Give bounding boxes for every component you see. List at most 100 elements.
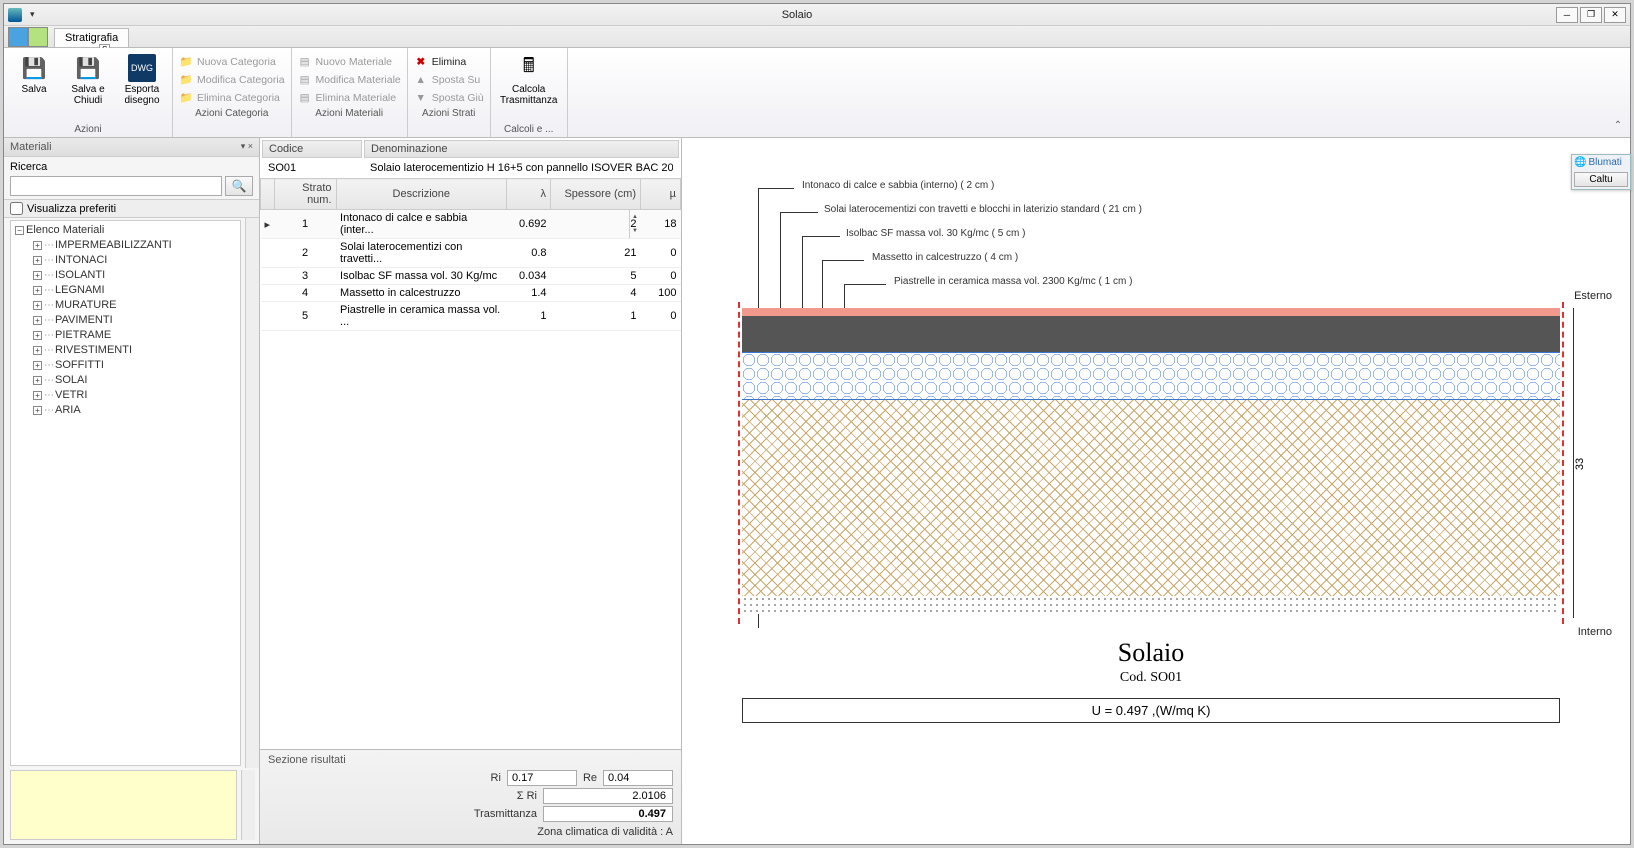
tree-node[interactable]: +⋯VETRI: [33, 388, 240, 403]
cell-lambda[interactable]: 0.692: [507, 210, 551, 239]
cell-lambda[interactable]: 1.4: [507, 285, 551, 302]
expand-icon[interactable]: +: [33, 286, 42, 295]
file-menu-button[interactable]: [8, 27, 48, 47]
favorites-checkbox[interactable]: [10, 202, 23, 215]
cell-num[interactable]: 2: [274, 239, 336, 268]
table-row[interactable]: 3Isolbac SF massa vol. 30 Kg/mc0.03450: [261, 268, 681, 285]
cell-num[interactable]: 3: [274, 268, 336, 285]
expand-icon[interactable]: +: [33, 391, 42, 400]
cell-mu[interactable]: 0: [641, 239, 681, 268]
cell-spessore[interactable]: 21: [551, 239, 641, 268]
move-up-button[interactable]: ▲Sposta Su: [414, 72, 484, 88]
tree-node[interactable]: +⋯PIETRAME: [33, 328, 240, 343]
ribbon-collapse-button[interactable]: ⌃: [1610, 117, 1626, 133]
panel-menu-button[interactable]: ▾ ×: [241, 141, 253, 153]
expand-icon[interactable]: +: [33, 301, 42, 310]
tree-node[interactable]: +⋯INTONACI: [33, 253, 240, 268]
move-down-button[interactable]: ▼Sposta Giù: [414, 90, 484, 106]
cell-desc[interactable]: Massetto in calcestruzzo: [336, 285, 506, 302]
col-mu[interactable]: µ: [641, 179, 681, 210]
expand-icon[interactable]: +: [33, 406, 42, 415]
table-row[interactable]: ▸1Intonaco di calce e sabbia (inter...0.…: [261, 210, 681, 239]
calc-transmittance-button[interactable]: 🖩 Calcola Trasmittanza: [497, 52, 561, 122]
floating-widget[interactable]: 🌐Blumati Caltu: [1571, 154, 1631, 190]
cell-spessore[interactable]: 2▲▼: [551, 210, 641, 239]
notes-area[interactable]: [10, 770, 237, 840]
denom-input[interactable]: [364, 160, 679, 176]
delete-layer-button[interactable]: ✖Elimina: [414, 54, 484, 70]
expand-icon[interactable]: +: [33, 331, 42, 340]
cell-lambda[interactable]: 1: [507, 302, 551, 331]
search-input[interactable]: [10, 176, 222, 196]
re-input[interactable]: [603, 770, 673, 786]
cell-spessore[interactable]: 4: [551, 285, 641, 302]
cell-num[interactable]: 1: [274, 210, 336, 239]
cell-mu[interactable]: 100: [641, 285, 681, 302]
cell-lambda[interactable]: 0.8: [507, 239, 551, 268]
tree-node[interactable]: +⋯LEGNAMI: [33, 283, 240, 298]
expand-icon[interactable]: +: [33, 271, 42, 280]
materials-tree[interactable]: − Elenco Materiali +⋯IMPERMEABILIZZANTI+…: [10, 220, 241, 766]
save-close-button[interactable]: 💾 Salva e Chiudi: [64, 52, 112, 122]
expand-icon[interactable]: +: [33, 376, 42, 385]
export-label: Esporta disegno: [124, 84, 159, 106]
float-button[interactable]: Caltu: [1574, 172, 1628, 187]
tree-node[interactable]: +⋯IMPERMEABILIZZANTI: [33, 238, 240, 253]
cell-spessore[interactable]: 1: [551, 302, 641, 331]
table-row[interactable]: 5Piastrelle in ceramica massa vol. ...11…: [261, 302, 681, 331]
col-lambda[interactable]: λ: [507, 179, 551, 210]
table-row[interactable]: 4Massetto in calcestruzzo1.44100: [261, 285, 681, 302]
ribbon-tab-label: Stratigrafia: [65, 32, 118, 44]
delete-material-button[interactable]: ▤Elimina Materiale: [298, 90, 401, 106]
spin-down[interactable]: ▼: [629, 224, 641, 238]
spin-up[interactable]: ▲: [629, 210, 641, 224]
quick-access-dropdown[interactable]: ▾: [30, 9, 38, 20]
expand-icon[interactable]: +: [33, 316, 42, 325]
table-row[interactable]: 2Solai laterocementizi con travetti...0.…: [261, 239, 681, 268]
ri-input[interactable]: [507, 770, 577, 786]
collapse-icon[interactable]: −: [15, 226, 24, 235]
cell-spessore[interactable]: 5: [551, 268, 641, 285]
edit-material-button[interactable]: ▤Modifica Materiale: [298, 72, 401, 88]
tree-root-node[interactable]: − Elenco Materiali: [15, 223, 240, 238]
col-spessore[interactable]: Spessore (cm): [551, 179, 641, 210]
tree-node[interactable]: +⋯MURATURE: [33, 298, 240, 313]
codice-input[interactable]: [262, 160, 362, 176]
tree-node[interactable]: +⋯SOFFITTI: [33, 358, 240, 373]
ribbon-tab-stratigrafia[interactable]: Stratigrafia S: [54, 28, 129, 47]
expand-icon[interactable]: +: [33, 346, 42, 355]
tree-node[interactable]: +⋯RIVESTIMENTI: [33, 343, 240, 358]
col-num[interactable]: Strato num.: [274, 179, 336, 210]
save-button[interactable]: 💾 Salva: [10, 52, 58, 122]
new-category-button[interactable]: 📁Nuova Categoria: [179, 54, 285, 70]
layers-grid[interactable]: Strato num. Descrizione λ Spessore (cm) …: [260, 178, 681, 331]
tree-node[interactable]: +⋯PAVIMENTI: [33, 313, 240, 328]
cell-desc[interactable]: Isolbac SF massa vol. 30 Kg/mc: [336, 268, 506, 285]
restore-button[interactable]: ❐: [1580, 7, 1602, 23]
cell-mu[interactable]: 0: [641, 302, 681, 331]
close-button[interactable]: ✕: [1604, 7, 1626, 23]
cell-mu[interactable]: 0: [641, 268, 681, 285]
cell-desc[interactable]: Solai laterocementizi con travetti...: [336, 239, 506, 268]
notes-scrollbar[interactable]: [241, 770, 255, 840]
tree-node[interactable]: +⋯ISOLANTI: [33, 268, 240, 283]
tree-node[interactable]: +⋯SOLAI: [33, 373, 240, 388]
cell-num[interactable]: 4: [274, 285, 336, 302]
tree-node[interactable]: +⋯ARIA: [33, 403, 240, 418]
new-material-button[interactable]: ▤Nuovo Materiale: [298, 54, 401, 70]
cell-mu[interactable]: 18: [641, 210, 681, 239]
cell-lambda[interactable]: 0.034: [507, 268, 551, 285]
export-drawing-button[interactable]: DWG Esporta disegno: [118, 52, 166, 122]
col-desc[interactable]: Descrizione: [336, 179, 506, 210]
expand-icon[interactable]: +: [33, 241, 42, 250]
cell-desc[interactable]: Intonaco di calce e sabbia (inter...: [336, 210, 506, 239]
cell-num[interactable]: 5: [274, 302, 336, 331]
expand-icon[interactable]: +: [33, 361, 42, 370]
search-button[interactable]: 🔍: [225, 176, 253, 196]
delete-category-button[interactable]: 📁Elimina Categoria: [179, 90, 285, 106]
expand-icon[interactable]: +: [33, 256, 42, 265]
cell-desc[interactable]: Piastrelle in ceramica massa vol. ...: [336, 302, 506, 331]
edit-category-button[interactable]: 📁Modifica Categoria: [179, 72, 285, 88]
tree-scrollbar[interactable]: [245, 218, 259, 768]
minimize-button[interactable]: ─: [1556, 7, 1578, 23]
